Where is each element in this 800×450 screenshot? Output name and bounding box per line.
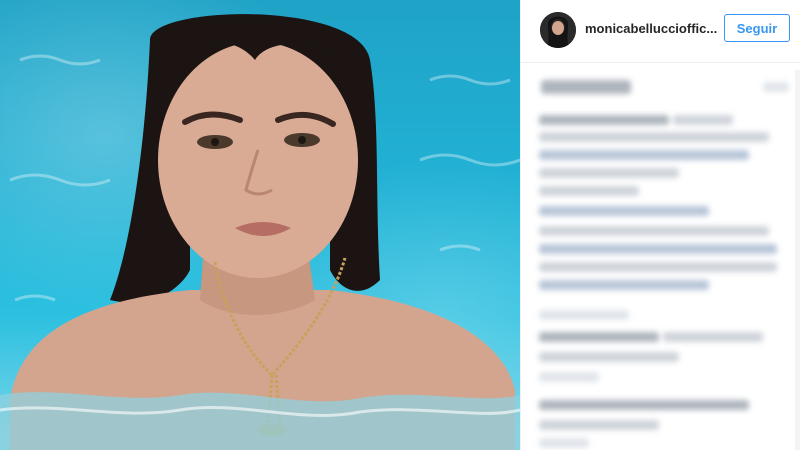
profile-avatar[interactable] bbox=[540, 12, 576, 48]
post-sidebar: monicabelluccioffic... Seguir bbox=[520, 0, 800, 450]
woman-in-pool-illustration bbox=[0, 14, 520, 450]
post-photo bbox=[0, 0, 520, 450]
scrollbar[interactable] bbox=[795, 70, 800, 450]
blurred-comments-area bbox=[533, 70, 795, 450]
avatar-icon bbox=[540, 12, 576, 48]
post-header: monicabelluccioffic... Seguir bbox=[521, 0, 800, 63]
username-link[interactable]: monicabelluccioffic... bbox=[585, 21, 720, 36]
follow-button[interactable]: Seguir bbox=[724, 14, 790, 42]
